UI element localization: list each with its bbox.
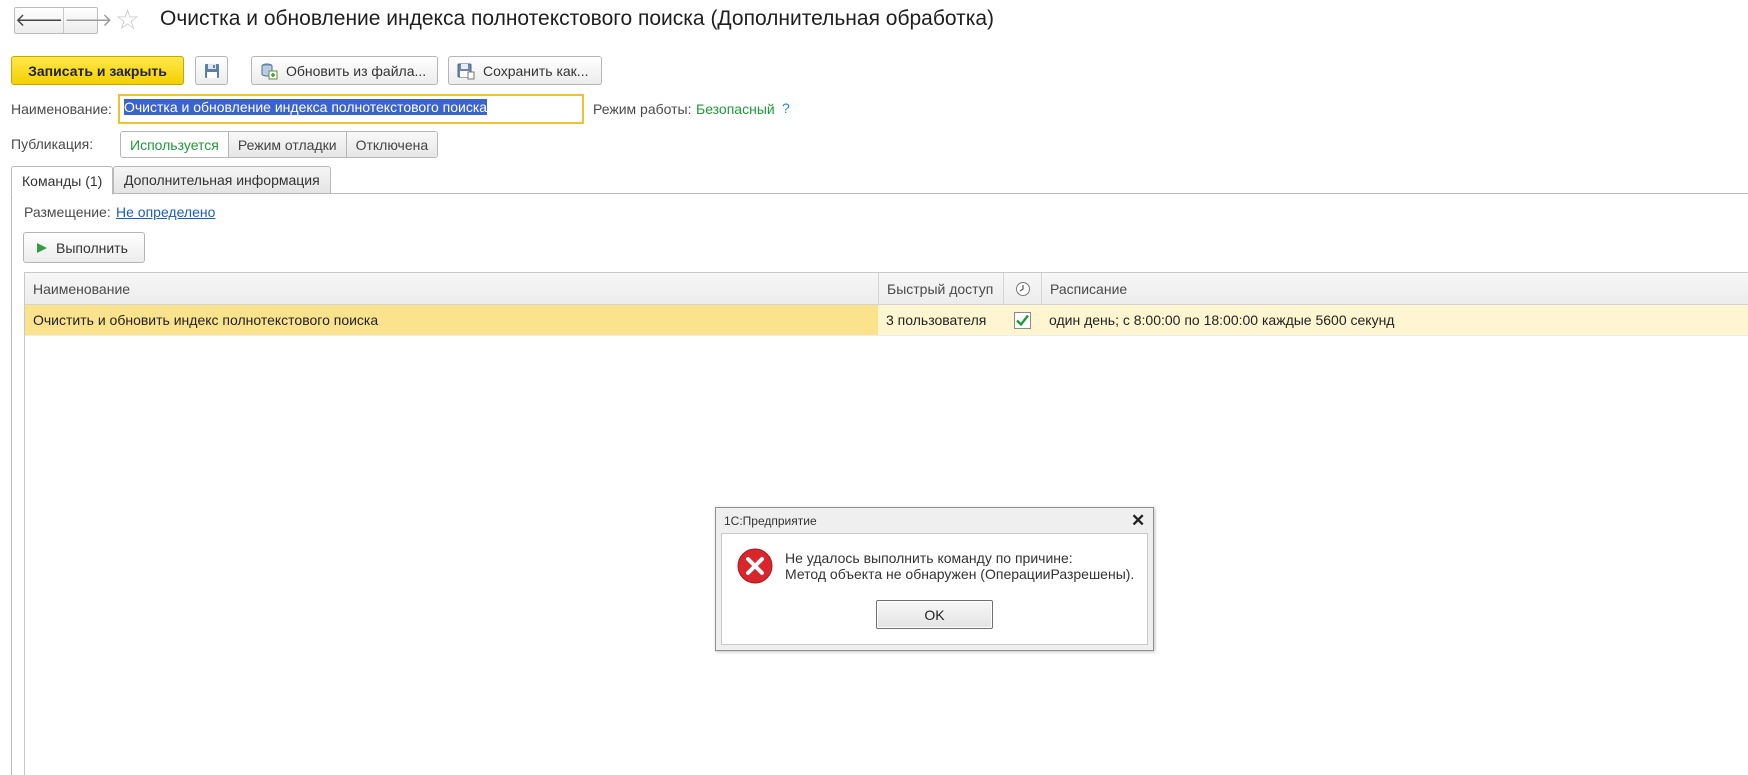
dialog-message-line1: Не удалось выполнить команду по причине: <box>785 550 1073 566</box>
error-dialog: 1С:Предприятие ✕ Не удалось выполнить ко… <box>715 507 1154 651</box>
forward-button[interactable]: 🡒 <box>63 8 113 33</box>
dialog-title: 1С:Предприятие <box>724 514 817 528</box>
save-as-label: Сохранить как... <box>483 62 589 79</box>
column-header-scheduled[interactable] <box>1003 273 1041 304</box>
dialog-message: Не удалось выполнить команду по причине:… <box>785 550 1134 582</box>
mode-value-link[interactable]: Безопасный <box>696 101 775 117</box>
name-label: Наименование: <box>11 101 112 117</box>
save-button[interactable] <box>195 56 228 85</box>
database-update-icon <box>260 62 278 80</box>
name-field-value: Очистка и обновление индекса полнотексто… <box>124 99 488 115</box>
cell-schedule[interactable]: один день; с 8:00:00 по 18:00:00 каждые … <box>1041 305 1748 335</box>
table-row[interactable]: Очистить и обновить индекс полнотекстово… <box>25 305 1748 336</box>
publication-option-disabled[interactable]: Отключена <box>345 132 438 157</box>
tab-divider <box>112 193 1748 194</box>
save-as-button[interactable]: Сохранить как... <box>448 56 602 85</box>
nav-buttons: 🡐 🡒 <box>14 7 113 34</box>
name-field[interactable]: Очистка и обновление индекса полнотексто… <box>118 94 584 124</box>
tab-additional-info[interactable]: Дополнительная информация <box>113 166 331 194</box>
column-header-schedule[interactable]: Расписание <box>1041 273 1748 304</box>
page-title: Очистка и обновление индекса полнотексто… <box>160 7 995 30</box>
publication-label: Публикация: <box>11 136 94 152</box>
update-from-file-button[interactable]: Обновить из файла... <box>251 56 438 85</box>
back-button[interactable]: 🡐 <box>15 8 63 33</box>
publication-option-debug[interactable]: Режим отладки <box>227 132 346 157</box>
dialog-message-line2: Метод объекта не обнаружен (ОперацииРазр… <box>785 566 1135 582</box>
close-icon[interactable]: ✕ <box>1131 511 1145 531</box>
publication-switch: Используется Режим отладки Отключена <box>120 131 439 158</box>
arrow-left-icon: 🡐 <box>15 10 64 30</box>
column-header-name[interactable]: Наименование <box>25 273 878 304</box>
clock-icon <box>1015 281 1030 296</box>
mode-label: Режим работы: <box>593 101 692 117</box>
run-label: Выполнить <box>56 239 128 256</box>
error-icon <box>737 548 773 587</box>
cell-quick-access[interactable]: 3 пользователя <box>878 305 1003 335</box>
schedule-checkbox[interactable] <box>1013 311 1031 329</box>
ok-button[interactable]: OK <box>876 600 993 629</box>
arrow-right-icon: 🡒 <box>64 10 113 30</box>
save-as-icon <box>457 62 475 80</box>
placement-link[interactable]: Не определено <box>116 204 215 220</box>
mode-help-icon[interactable]: ? <box>782 100 790 116</box>
placement-label: Размещение: <box>24 204 111 220</box>
dialog-body: Не удалось выполнить команду по причине:… <box>721 533 1148 645</box>
cell-name: Очистить и обновить индекс полнотекстово… <box>25 305 878 335</box>
publication-option-used[interactable]: Используется <box>121 132 228 157</box>
run-button[interactable]: Выполнить <box>23 232 145 263</box>
column-header-quick-access[interactable]: Быстрый доступ <box>878 273 1003 304</box>
update-from-file-label: Обновить из файла... <box>286 62 427 79</box>
floppy-disk-icon <box>204 63 219 78</box>
play-icon <box>36 242 48 254</box>
table-header: Наименование Быстрый доступ Расписание <box>25 273 1748 305</box>
panel-border <box>11 193 12 775</box>
cell-scheduled <box>1003 305 1041 335</box>
tab-commands[interactable]: Команды (1) <box>11 166 114 195</box>
save-and-close-button[interactable]: Записать и закрыть <box>11 56 184 85</box>
star-icon[interactable]: ☆ <box>115 6 140 34</box>
